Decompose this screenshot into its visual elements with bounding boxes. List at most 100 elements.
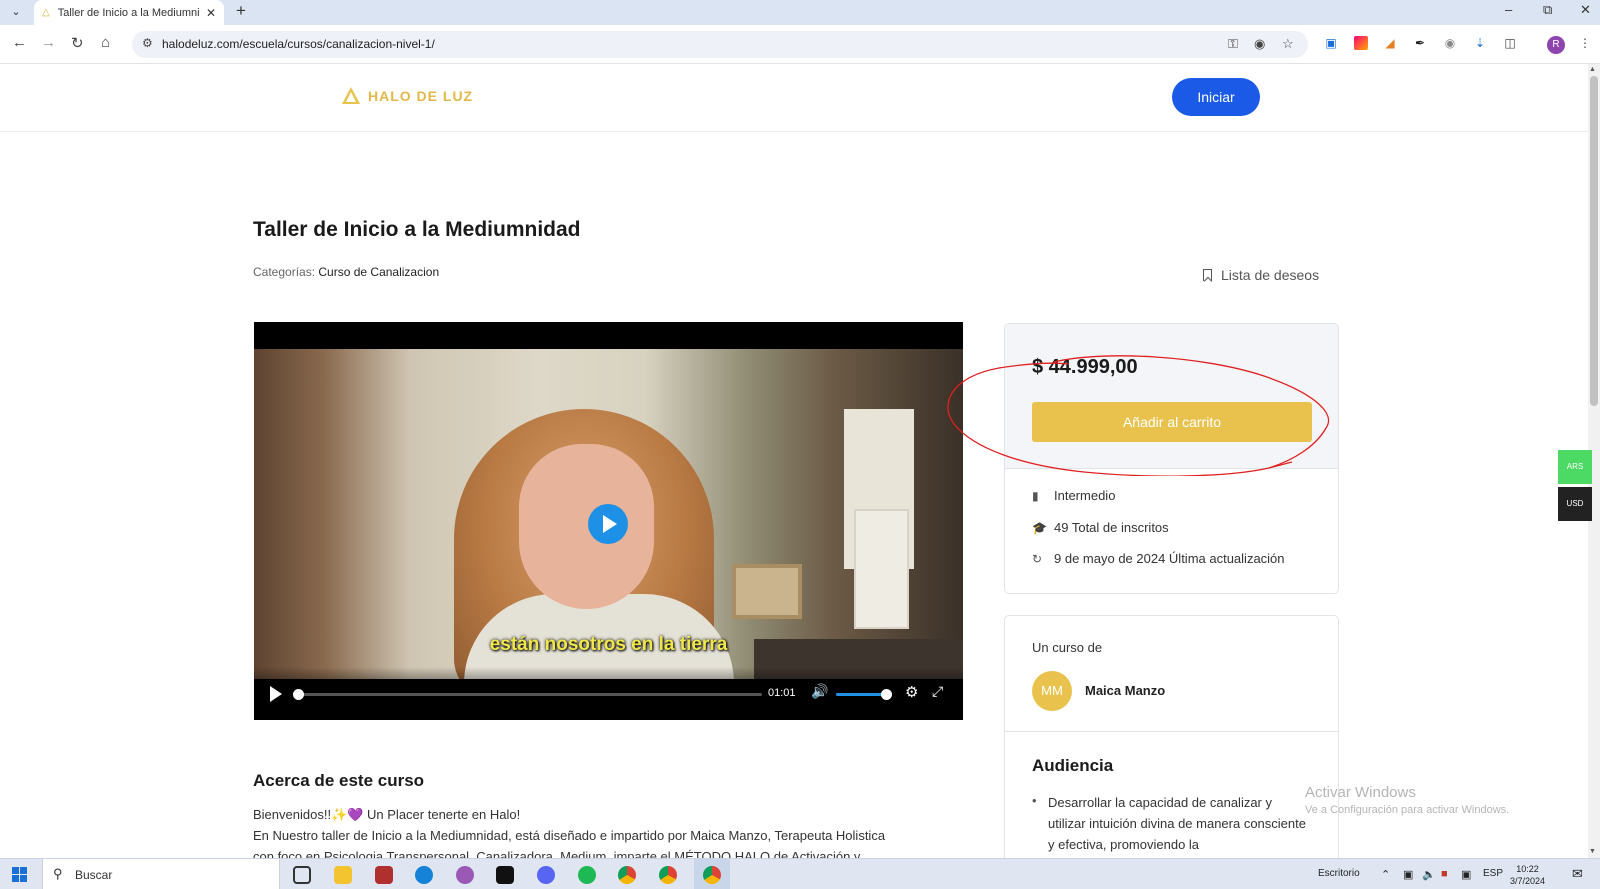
spotify-icon[interactable] <box>578 866 596 884</box>
volume-slider[interactable] <box>836 689 892 700</box>
eye-off-icon[interactable]: ◉ <box>1254 36 1265 52</box>
about-paragraph-2: En Nuestro taller de Inicio a la Mediumn… <box>253 828 886 843</box>
winrar-icon[interactable] <box>375 866 393 884</box>
reload-icon[interactable]: ↻ <box>71 34 84 52</box>
divider <box>1005 731 1338 732</box>
camera-icon[interactable]: ◉ <box>1443 36 1457 50</box>
activation-watermark-subtitle: Ve a Configuración para activar Windows. <box>1305 804 1510 816</box>
video-player[interactable]: están nosotros en la tierra 01:01 🔊 ⚙ ⤢ <box>254 322 963 720</box>
new-tab-button[interactable]: + <box>236 1 246 21</box>
volume-knob[interactable] <box>880 689 892 700</box>
extension-3-icon[interactable]: ◢ <box>1383 36 1397 50</box>
site-logo[interactable]: HALO DE LUZ <box>342 87 473 104</box>
add-to-cart-button[interactable]: Añadir al carrito <box>1032 402 1312 442</box>
photo-frame <box>732 564 802 619</box>
scroll-down-icon[interactable]: ▼ <box>1589 848 1596 855</box>
about-paragraph-1: Bienvenidos!!✨💜 Un Placer tenerte en Hal… <box>253 807 521 822</box>
bookmark-star-icon[interactable]: ☆ <box>1282 36 1294 52</box>
forward-icon[interactable]: → <box>41 34 56 51</box>
clock-date: 3/7/2024 <box>1510 876 1546 886</box>
eyedropper-icon[interactable]: ✒ <box>1413 36 1427 50</box>
currency-ars-button[interactable]: ARS <box>1558 450 1592 484</box>
instructor-card: Un curso de MM Maica Manzo Audiencia • D… <box>1004 615 1339 865</box>
price-card: $ 44.999,00 Añadir al carrito ▮ Intermed… <box>1004 323 1339 594</box>
bookmark-icon <box>1203 269 1212 281</box>
back-icon[interactable]: ← <box>12 34 27 51</box>
graduation-cap-icon: 🎓 <box>1032 520 1047 535</box>
site-info-icon[interactable]: ⚙ <box>142 36 153 50</box>
instructor-avatar[interactable]: MM <box>1032 671 1072 711</box>
window-close-icon[interactable]: ✕ <box>1580 2 1591 18</box>
capcut-icon[interactable] <box>496 866 514 884</box>
speaker-icon[interactable]: 🔈 <box>1422 868 1436 881</box>
bullet-icon: • <box>1032 793 1037 808</box>
profile-avatar[interactable]: R <box>1547 36 1565 54</box>
desktop-toolbar-label[interactable]: Escritorio <box>1318 868 1360 879</box>
settings-gear-icon[interactable]: ⚙ <box>905 683 918 701</box>
refresh-icon: ↻ <box>1032 551 1043 566</box>
lantern <box>854 509 909 629</box>
language-indicator[interactable]: ESP <box>1483 868 1503 879</box>
audience-heading: Audiencia <box>1032 756 1114 775</box>
enrolled-text: 49 Total de inscritos <box>1054 520 1169 535</box>
course-price: $ 44.999,00 <box>1032 356 1138 378</box>
chrome-profile-2-icon[interactable] <box>659 866 677 884</box>
logo-triangle-icon <box>342 87 360 104</box>
chrome-icon[interactable] <box>618 866 636 884</box>
windows-start-icon[interactable] <box>12 867 27 882</box>
logo-text: HALO DE LUZ <box>368 87 474 104</box>
password-key-icon[interactable]: ⚿ <box>1228 36 1238 52</box>
video-progress-bar[interactable] <box>293 689 762 700</box>
edge-icon[interactable] <box>415 866 433 884</box>
level-text: Intermedio <box>1054 488 1116 503</box>
extension-2-icon[interactable] <box>1354 36 1368 50</box>
file-explorer-icon[interactable] <box>334 866 352 884</box>
video-controls: 01:01 🔊 ⚙ ⤢ <box>254 667 963 720</box>
search-icon: ⚲ <box>53 866 63 881</box>
minimize-icon[interactable]: – <box>1505 2 1512 17</box>
windows-taskbar: ⚲ Buscar Escritorio ⌃ ▣ 🔈 ■ ▣ ESP 10:22 … <box>0 858 1600 889</box>
taskbar-search[interactable]: ⚲ Buscar <box>42 859 280 889</box>
categories: Categorías: Curso de Canalizacion <box>253 265 439 279</box>
level-bars-icon: ▮ <box>1032 488 1039 503</box>
login-button[interactable]: Iniciar <box>1172 78 1260 116</box>
audience-item: Desarrollar la capacidad de canalizar y … <box>1048 795 1306 852</box>
scroll-up-icon[interactable]: ▲ <box>1589 66 1596 73</box>
wishlist-label: Lista de deseos <box>1221 267 1320 283</box>
browser-menu-icon[interactable]: ⋮ <box>1578 36 1592 50</box>
address-bar[interactable]: ⚙ halodeluz.com/escuela/cursos/canalizac… <box>132 31 1308 58</box>
task-view-icon[interactable] <box>293 866 311 884</box>
scrollbar-thumb[interactable] <box>1590 76 1598 406</box>
enrolled-row: 🎓 49 Total de inscritos <box>1032 520 1169 535</box>
discord-icon[interactable] <box>537 866 555 884</box>
url-text: halodeluz.com/escuela/cursos/canalizacio… <box>162 37 435 51</box>
taskbar-clock[interactable]: 10:22 3/7/2024 <box>1510 863 1545 887</box>
extension-1-icon[interactable]: ▣ <box>1324 36 1338 50</box>
tab-search-button[interactable]: ⌄ <box>6 3 26 21</box>
volume-icon[interactable]: 🔊 <box>811 683 828 700</box>
activation-watermark-title: Activar Windows <box>1305 784 1416 801</box>
notifications-icon[interactable]: ✉ <box>1572 866 1583 882</box>
tray-chevron-up-icon[interactable]: ⌃ <box>1381 868 1390 881</box>
updated-text: 9 de mayo de 2024 Última actualización <box>1054 551 1285 566</box>
meet-now-icon[interactable]: ▣ <box>1403 868 1413 881</box>
extensions-puzzle-icon[interactable]: ◫ <box>1503 36 1517 50</box>
updated-row: ↻ 9 de mayo de 2024 Última actualización <box>1032 551 1285 566</box>
network-icon[interactable]: ▣ <box>1461 868 1471 881</box>
fullscreen-icon[interactable]: ⤢ <box>932 683 943 700</box>
instructor-name[interactable]: Maica Manzo <box>1085 683 1165 698</box>
video-play-icon[interactable] <box>588 504 628 544</box>
restore-icon[interactable]: ⧉ <box>1543 2 1552 18</box>
browser-tab[interactable]: △ Taller de Inicio a la Mediumnidad ✕ <box>34 0 224 25</box>
tab-close-icon[interactable]: ✕ <box>206 6 216 20</box>
control-play-icon[interactable] <box>270 686 282 702</box>
currency-usd-button[interactable]: USD <box>1558 487 1592 521</box>
snipping-tool-icon[interactable] <box>456 866 474 884</box>
category-link[interactable]: Curso de Canalizacion <box>318 265 439 279</box>
chrome-profile-3-icon[interactable] <box>703 866 721 884</box>
wishlist-button[interactable]: Lista de deseos <box>1203 267 1319 283</box>
home-icon[interactable]: ⌂ <box>101 34 110 51</box>
download-icon[interactable]: ⇣ <box>1473 36 1487 50</box>
antivirus-icon[interactable]: ■ <box>1441 868 1448 880</box>
progress-knob[interactable] <box>293 689 304 700</box>
